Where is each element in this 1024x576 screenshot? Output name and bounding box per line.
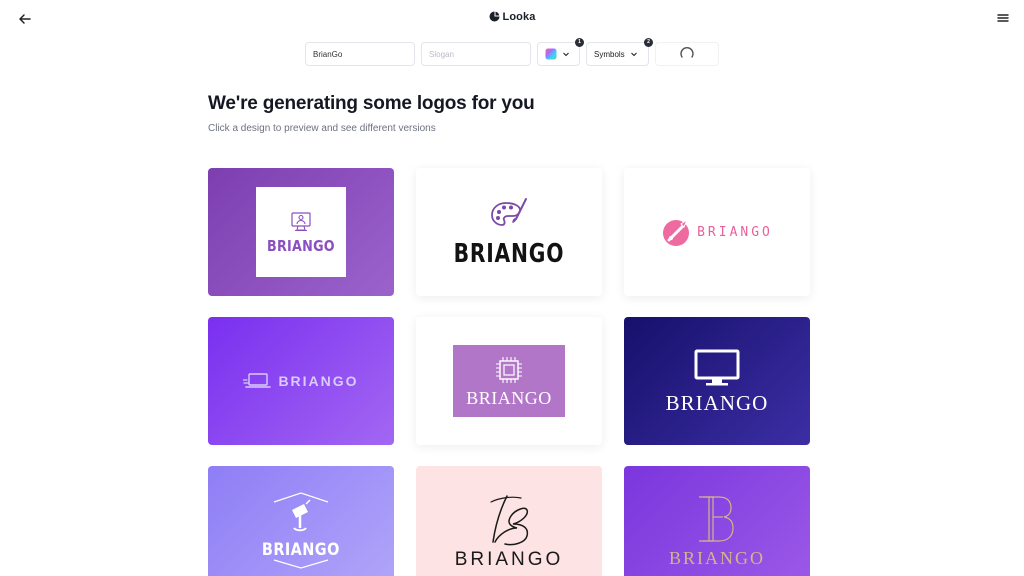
logo-wordmark: BRIANGO [453, 239, 565, 269]
logo-panel: BRIANGO [453, 345, 565, 417]
brand-name: Looka [502, 11, 536, 23]
paint-palette-icon [491, 198, 527, 226]
microchip-icon [496, 357, 522, 383]
logo-card[interactable]: BRIANGO [624, 317, 810, 445]
logo-wordmark: BRIANGO [466, 388, 552, 408]
hexagon-paintbrush-icon [273, 491, 329, 531]
logo-wordmark: BRIANGO [697, 224, 773, 240]
chevron-down-icon [563, 52, 569, 57]
logo-card[interactable]: BRIANGO [416, 168, 602, 296]
color-swatch-icon [545, 48, 557, 60]
logo-wordmark: BRIANGO [267, 236, 335, 255]
logo-wordmark: BRIANGO [262, 539, 340, 560]
logo-card[interactable]: BRIANGO [416, 466, 602, 576]
hexagon-bottom-line [273, 558, 329, 569]
logo-card[interactable]: BRIANGO [416, 317, 602, 445]
laptop-icon [243, 373, 272, 388]
chevron-down-icon [630, 52, 637, 57]
logo-wordmark: BRIANGO [665, 390, 769, 415]
monitor-icon [694, 349, 740, 385]
loading-indicator [655, 42, 719, 66]
logo-lockup: BRIANGO [243, 372, 358, 390]
serif-b-monogram-icon [699, 496, 734, 542]
hamburger-menu-icon[interactable] [996, 11, 1010, 25]
loading-spinner-icon [680, 47, 694, 58]
top-bar: Looka [0, 0, 1024, 36]
company-name-input[interactable] [305, 42, 415, 66]
symbols-label: Symbols [594, 49, 625, 59]
logo-lockup: BRIANGO [661, 216, 773, 248]
looka-logo-icon [489, 11, 500, 22]
logo-panel: BRIANGO [256, 187, 346, 277]
colors-count-badge: 1 [575, 38, 584, 47]
logo-card[interactable]: BRIANGO [208, 168, 394, 296]
computer-user-icon [291, 211, 311, 231]
logo-wordmark: BRIANGO [454, 548, 564, 570]
page-title: We're generating some logos for you [208, 93, 535, 114]
logo-card[interactable]: BRIANGO [624, 168, 810, 296]
script-b-monogram-icon [490, 494, 529, 545]
logo-wordmark: BRIANGO [278, 373, 359, 389]
symbols-count-badge: 2 [644, 38, 653, 47]
colors-dropdown[interactable]: 1 [537, 38, 584, 66]
slogan-input[interactable] [421, 42, 531, 66]
symbols-dropdown[interactable]: Symbols 2 [586, 38, 653, 66]
logo-wordmark: BRIANGO [668, 548, 765, 568]
logo-card[interactable]: BRIANGO [208, 317, 394, 445]
pink-circle-brush-icon [663, 218, 690, 246]
logo-card[interactable]: BRIANGO [624, 466, 810, 576]
page-subtitle: Click a design to preview and see differ… [208, 123, 436, 134]
brand-logo[interactable]: Looka [0, 11, 1024, 23]
logo-card[interactable]: BRIANGO [208, 466, 394, 576]
